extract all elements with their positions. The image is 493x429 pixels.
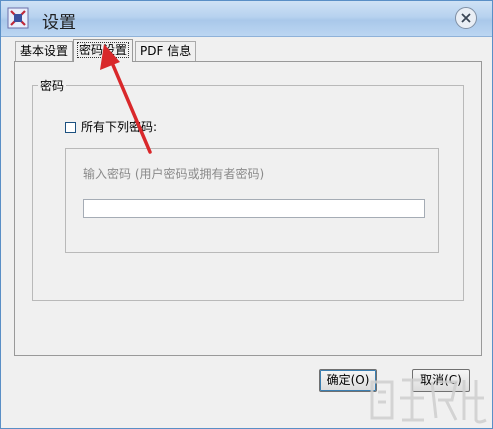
tab-label: 基本设置 <box>20 44 69 58</box>
settings-dialog: 设置 基本设置 密码设置 PDF 信息 密码 所有下列密码: 输入密码 (用户密… <box>0 0 493 429</box>
tab-label: PDF 信息 <box>140 44 192 58</box>
password-input[interactable] <box>83 199 425 218</box>
tab-basic-settings[interactable]: 基本设置 <box>15 41 74 61</box>
tab-password-settings[interactable]: 密码设置 <box>73 39 134 62</box>
all-passwords-checkbox-row[interactable]: 所有下列密码: <box>65 120 157 134</box>
window-title: 设置 <box>42 13 76 33</box>
all-passwords-checkbox[interactable] <box>65 122 76 133</box>
title-bar[interactable]: 设置 <box>1 1 492 37</box>
password-group-legend: 密码 <box>38 79 67 93</box>
all-passwords-label: 所有下列密码: <box>81 120 158 134</box>
app-icon <box>7 7 29 29</box>
close-icon <box>461 13 471 23</box>
tab-label: 密码设置 <box>76 42 130 58</box>
watermark-logo <box>370 378 487 424</box>
tab-pdf-info[interactable]: PDF 信息 <box>135 41 197 61</box>
password-input-label: 输入密码 (用户密码或拥有者密码) <box>83 167 265 181</box>
close-button[interactable] <box>455 7 477 29</box>
